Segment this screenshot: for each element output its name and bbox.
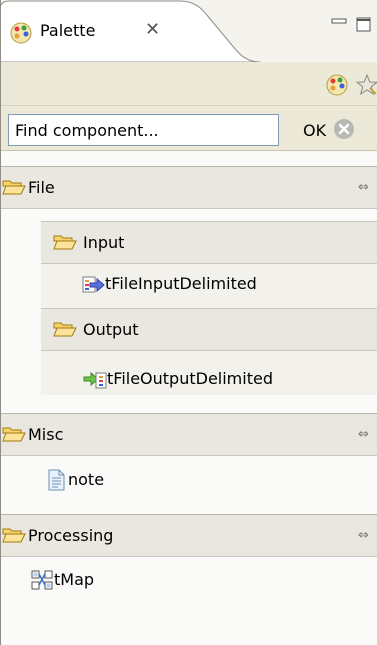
folder-open-icon [53, 322, 77, 337]
tab-shape [0, 0, 260, 63]
folder-open-icon [2, 180, 26, 195]
pin-icon[interactable]: ⇔ [358, 427, 369, 442]
drawer-processing[interactable]: Processing ⇔ [0, 514, 377, 557]
file-output-icon [83, 371, 107, 389]
entry-label: tFileOutputDelimited [107, 369, 273, 388]
search-input[interactable] [8, 114, 279, 146]
minimize-icon[interactable] [330, 16, 348, 32]
drawer-input[interactable]: Input [41, 221, 377, 264]
view-left-border [0, 0, 1, 645]
output-drawer-content: tFileOutputDelimited [41, 351, 377, 395]
maximize-icon[interactable] [355, 16, 373, 32]
view-tab-bar: Palette ✕ [0, 0, 377, 63]
note-icon [48, 469, 65, 491]
tab-title: Palette [40, 21, 96, 40]
palette-settings-icon[interactable] [326, 74, 348, 96]
folder-open-icon [2, 427, 26, 442]
drawer-label: Processing [28, 526, 114, 545]
palette-icon [10, 22, 32, 44]
search-ok-button[interactable]: OK [303, 121, 326, 140]
entry-label: tFileInputDelimited [105, 274, 257, 293]
tmap-icon [31, 570, 53, 590]
drawer-label: File [28, 178, 55, 197]
clear-icon[interactable] [333, 118, 355, 140]
folder-open-icon [2, 528, 26, 543]
input-drawer-content: tFileInputDelimited [41, 264, 377, 308]
drawer-misc[interactable]: Misc ⇔ [0, 413, 377, 456]
drawer-output[interactable]: Output [41, 308, 377, 351]
file-input-icon [82, 276, 105, 293]
favorites-star-icon[interactable] [356, 74, 377, 96]
drawer-label: Input [83, 233, 125, 252]
tab-close-icon[interactable]: ✕ [145, 21, 160, 39]
pin-icon[interactable]: ⇔ [358, 528, 369, 543]
pin-icon[interactable]: ⇔ [358, 180, 369, 195]
drawer-label: Output [83, 320, 139, 339]
folder-open-icon [53, 235, 77, 250]
component-search-bar: OK [0, 106, 377, 151]
palette-toolbar [0, 62, 377, 106]
entry-label: note [68, 470, 105, 489]
drawer-file[interactable]: File ⇔ [0, 166, 377, 209]
entry-label: tMap [54, 570, 95, 589]
drawer-label: Misc [28, 425, 64, 444]
